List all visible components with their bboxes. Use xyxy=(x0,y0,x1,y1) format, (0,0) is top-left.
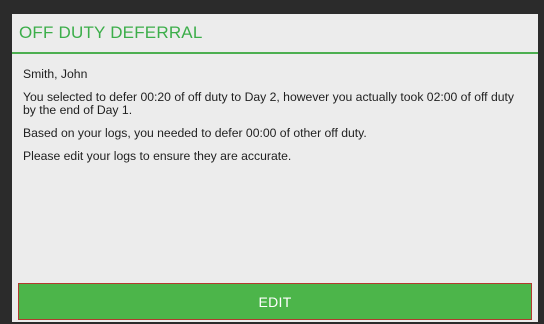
dialog-body: Smith, John You selected to defer 00:20 … xyxy=(12,54,538,163)
dialog-header: OFF DUTY DEFERRAL xyxy=(12,14,538,54)
off-duty-deferral-dialog: OFF DUTY DEFERRAL Smith, John You select… xyxy=(12,14,538,322)
deferral-message: You selected to defer 00:20 of off duty … xyxy=(23,90,514,117)
edit-button[interactable]: EDIT xyxy=(18,283,532,320)
edit-instruction-message: Please edit your logs to ensure they are… xyxy=(23,149,292,163)
driver-name: Smith, John xyxy=(23,67,88,81)
required-deferral-message: Based on your logs, you needed to defer … xyxy=(23,126,367,140)
dialog-title: OFF DUTY DEFERRAL xyxy=(19,23,203,42)
